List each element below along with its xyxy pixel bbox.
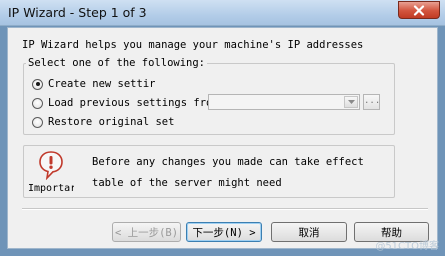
notice-box: Importar Before any changes you made can… (23, 145, 395, 198)
next-button[interactable]: 下一步(N) > (186, 222, 262, 242)
window-title: IP Wizard - Step 1 of 3 (8, 5, 147, 20)
radio-load-previous[interactable] (32, 97, 43, 109)
notice-line-2: table of the server might need (92, 177, 282, 189)
option-load-previous-label: Load previous settings fro (48, 97, 213, 109)
load-settings-combo[interactable] (208, 94, 360, 110)
radio-create-new[interactable] (32, 78, 43, 90)
watermark: @51CTO博客 (375, 241, 439, 252)
option-restore-original[interactable]: Restore original set (32, 115, 174, 129)
radio-restore-original[interactable] (32, 116, 43, 128)
cancel-button[interactable]: 取消 (271, 222, 347, 242)
close-icon (399, 2, 439, 18)
option-create-new-label: Create new settir (48, 78, 156, 90)
option-restore-original-label: Restore original set (48, 116, 175, 128)
title-bar[interactable]: IP Wizard - Step 1 of 3 (0, 0, 445, 26)
back-button[interactable]: < 上一步(B) (112, 222, 181, 242)
dialog-body: IP Wizard helps you manage your machine'… (7, 27, 438, 249)
chevron-down-icon[interactable] (344, 96, 358, 108)
options-groupbox: Select one of the following: Create new … (23, 57, 395, 135)
option-create-new[interactable]: Create new settir (32, 77, 155, 91)
options-legend: Select one of the following: (26, 57, 208, 69)
important-label: Importar (28, 183, 74, 194)
divider (22, 208, 428, 210)
close-button[interactable] (398, 1, 440, 19)
warning-icon (38, 150, 64, 181)
option-load-previous[interactable]: Load previous settings fro (32, 96, 212, 110)
notice-line-1: Before any changes you made can take eff… (92, 156, 364, 168)
intro-text: IP Wizard helps you manage your machine'… (22, 39, 364, 51)
browse-button[interactable]: ... (363, 94, 380, 110)
